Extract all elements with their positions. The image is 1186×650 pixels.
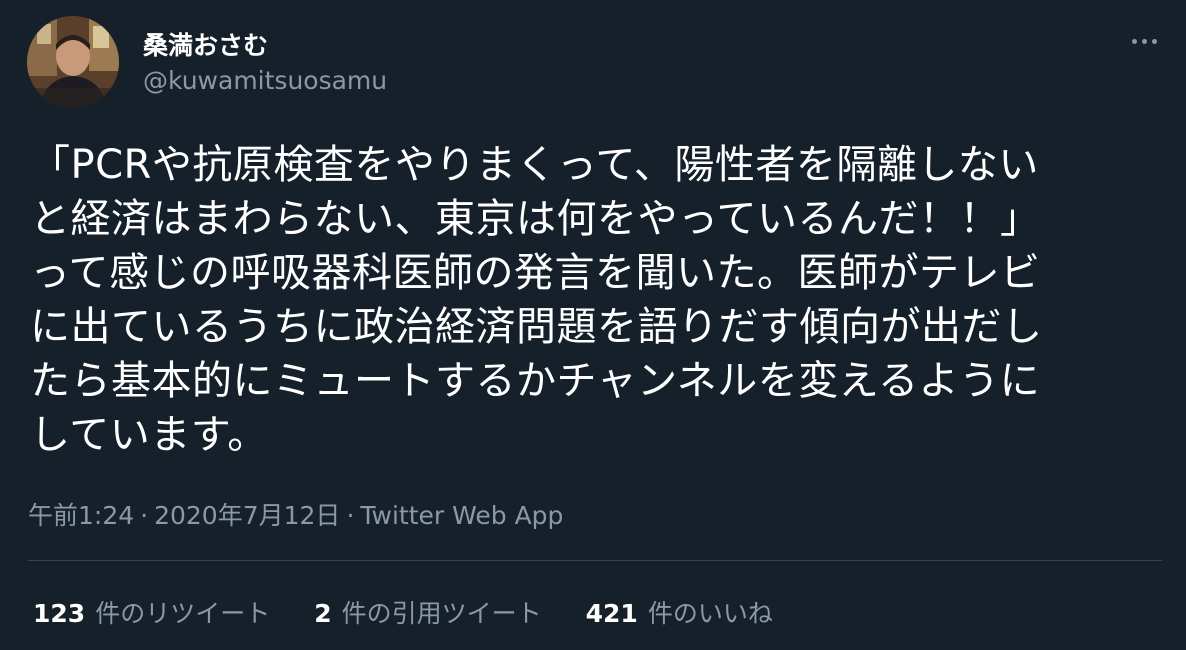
tweet-text-line: たら基本的にミュートするかチャンネルを変えるように bbox=[30, 358, 1041, 404]
likes-label: 件のいいね bbox=[647, 599, 773, 628]
divider bbox=[28, 560, 1162, 561]
more-horizontal-icon-dot bbox=[1141, 38, 1147, 44]
tweet-date: 2020年7月12日 bbox=[154, 501, 341, 530]
avatar-photo bbox=[27, 16, 119, 108]
likes-stat[interactable]: 421 件のいいね bbox=[586, 594, 773, 630]
tweet-text-line: と経済はまわらない、東京は何をやっているんだ！！」 bbox=[30, 196, 1041, 242]
quote-tweets-label: 件の引用ツイート bbox=[341, 599, 542, 628]
tweet-card: 桑満おさむ @kuwamitsuosamu 「PCRや抗原検査をやりまくって、陽… bbox=[0, 0, 1186, 650]
quote-tweets-count: 2 bbox=[314, 599, 332, 628]
more-horizontal-icon bbox=[1131, 38, 1137, 44]
retweets-label: 件のリツイート bbox=[95, 599, 271, 628]
tweet-text-line: に出ているうちに政治経済問題を語りだす傾向が出だし bbox=[30, 304, 1043, 350]
retweets-stat[interactable]: 123 件のリツイート bbox=[33, 594, 270, 630]
avatar[interactable] bbox=[27, 16, 119, 108]
tweet-text-line: しています。 bbox=[30, 412, 268, 458]
likes-count: 421 bbox=[585, 599, 638, 628]
quote-tweets-stat[interactable]: 2 件の引用ツイート bbox=[314, 594, 541, 630]
tweet-time: 午前1:24 bbox=[28, 501, 135, 530]
tweet-time-link[interactable]: 午前1:24 · 2020年7月12日 bbox=[28, 501, 340, 530]
tweet-source-link[interactable]: Twitter Web App bbox=[360, 501, 563, 530]
retweets-count: 123 bbox=[33, 599, 86, 628]
tweet-metadata: 午前1:24 · 2020年7月12日 · Twitter Web App bbox=[28, 496, 563, 532]
more-horizontal-icon-dot bbox=[1151, 38, 1157, 44]
tweet-stats: 123 件のリツイート 2 件の引用ツイート 421 件のいいね bbox=[33, 594, 773, 630]
meta-separator: · bbox=[346, 501, 355, 530]
user-handle[interactable]: @kuwamitsuosamu bbox=[143, 66, 387, 95]
meta-separator: · bbox=[140, 501, 149, 530]
tweet-text-line: 「PCRや抗原検査をやりまくって、陽性者を隔離しない bbox=[30, 142, 1039, 188]
tweet-text: 「PCRや抗原検査をやりまくって、陽性者を隔離しない と経済はまわらない、東京は… bbox=[30, 138, 1150, 462]
more-options-button[interactable] bbox=[1124, 26, 1164, 56]
tweet-text-line: って感じの呼吸器科医師の発言を聞いた。医師がテレビ bbox=[30, 250, 1041, 296]
display-name[interactable]: 桑満おさむ bbox=[143, 26, 268, 62]
